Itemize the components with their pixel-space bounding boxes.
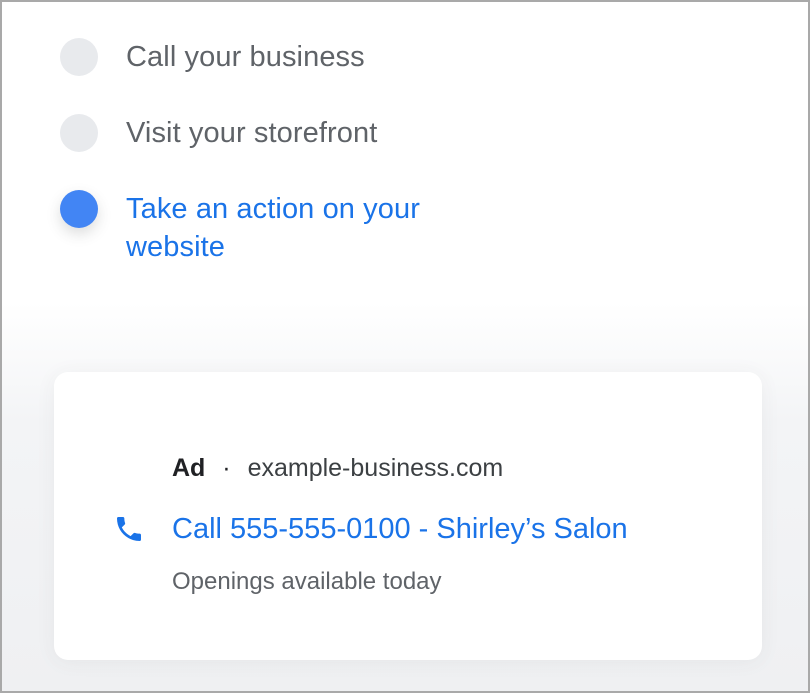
ad-preview-card: Ad · example-business.com Call 555-555-0… (54, 372, 762, 660)
option-visit-storefront[interactable]: Visit your storefront (60, 114, 377, 152)
phone-icon (112, 512, 146, 546)
radio-button-website-action[interactable] (60, 190, 98, 228)
option-website-action[interactable]: Take an action on your website (60, 190, 456, 266)
option-label: Take an action on your website (126, 193, 420, 263)
radio-button-call-business[interactable] (60, 38, 98, 76)
ad-separator: · (222, 454, 231, 482)
option-label: Call your business (126, 41, 365, 73)
ad-headline[interactable]: Call 555-555-0100 - Shirley’s Salon (172, 513, 628, 546)
ad-call-link[interactable]: Call 555-555-0100 - Shirley’s Salon (112, 512, 628, 546)
ad-badge: Ad (172, 454, 206, 482)
screenshot-frame: Call your business Visit your storefront… (0, 0, 810, 693)
ad-url-line: Ad · example-business.com (172, 454, 503, 483)
radio-button-visit-storefront[interactable] (60, 114, 98, 152)
ad-domain: example-business.com (247, 454, 504, 482)
ad-description: Openings available today (172, 568, 442, 595)
option-call-business[interactable]: Call your business (60, 38, 365, 76)
option-label: Visit your storefront (126, 117, 378, 149)
